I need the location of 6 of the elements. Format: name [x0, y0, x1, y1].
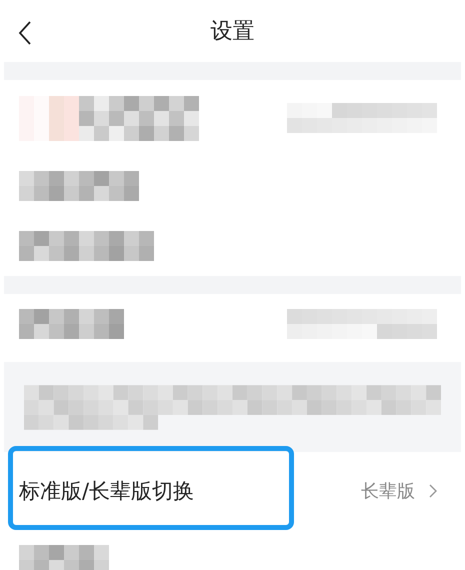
- page-title: 设置: [210, 18, 254, 46]
- back-icon[interactable]: [18, 21, 32, 45]
- chevron-right-icon[interactable]: [429, 484, 437, 498]
- setting-value: 长辈版: [361, 480, 415, 503]
- setting-label[interactable]: 标准版/长辈版切换: [19, 477, 194, 505]
- blurred-avatar-drawing: [19, 96, 79, 140]
